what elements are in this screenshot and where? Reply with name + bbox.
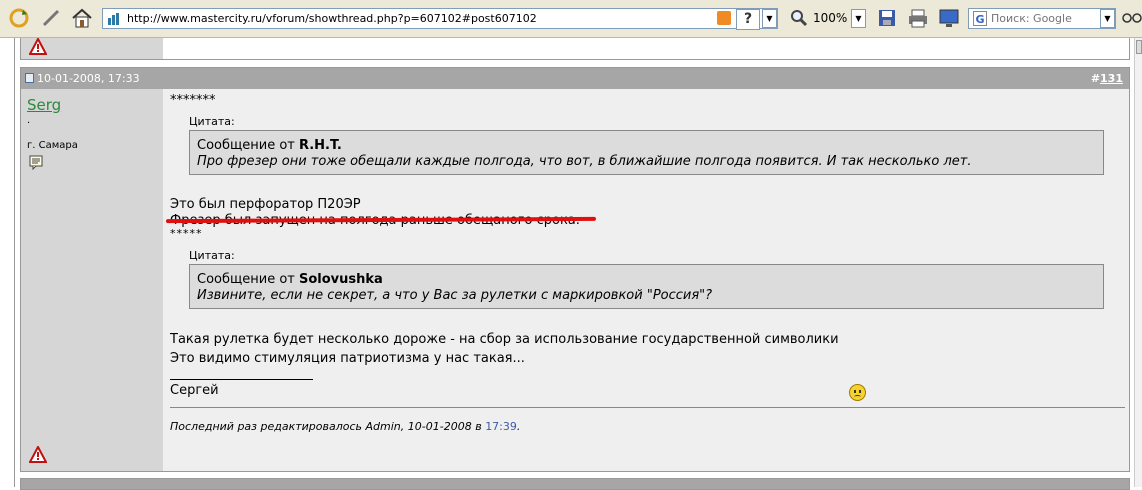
- save-icon[interactable]: [875, 5, 899, 31]
- post-text-line: Такая рулетка будет несколько дороже - н…: [170, 332, 839, 347]
- rss-icon[interactable]: [717, 11, 731, 25]
- report-post-icon[interactable]: [29, 38, 47, 55]
- quote-author: Solovushka: [298, 272, 383, 287]
- forum-post: 10-01-2008, 17:33 #131 Serg · г. Самара …: [20, 67, 1130, 472]
- stars-line: *******: [170, 93, 216, 108]
- browser-toolbar: http://www.mastercity.ru/vforum/showthre…: [0, 0, 1142, 38]
- post-content: ******* Цитата: Сообщение от R.H.T. Про …: [163, 89, 1129, 471]
- post-header: 10-01-2008, 17:33 #131: [21, 68, 1129, 89]
- next-post-header: [20, 478, 1130, 490]
- author-location: г. Самара: [27, 140, 78, 151]
- post-text-line: Это видимо стимуляция патриотизма у нас …: [170, 351, 525, 366]
- reload-icon[interactable]: [6, 5, 32, 31]
- site-favicon-icon: [108, 13, 119, 25]
- author-title: ·: [27, 118, 31, 129]
- zoom-dropdown-icon[interactable]: ▼: [851, 9, 866, 28]
- stars-line: *****: [170, 227, 203, 240]
- search-box[interactable]: G: [968, 8, 1116, 29]
- search-input[interactable]: [991, 10, 1091, 26]
- quote-author: R.H.T.: [298, 138, 342, 153]
- report-post-icon[interactable]: [29, 446, 47, 463]
- quote-box: Сообщение от R.H.T. Про фрезер они тоже …: [189, 130, 1104, 175]
- post-icon: [25, 73, 34, 83]
- quote-box: Сообщение от Solovushka Извините, если н…: [189, 264, 1104, 309]
- previous-post-tail: [20, 38, 1130, 60]
- help-dropdown-icon[interactable]: ▼: [762, 9, 777, 28]
- post-divider: [170, 407, 1125, 408]
- sad-smiley-icon: [849, 384, 866, 401]
- glasses-icon[interactable]: [1122, 5, 1142, 31]
- post-number-link[interactable]: 131: [1100, 72, 1123, 85]
- vertical-scrollbar[interactable]: [1134, 38, 1142, 487]
- edited-time: 17:39: [485, 420, 517, 433]
- page-left-border: [14, 38, 15, 487]
- quote-text: Про фрезер они тоже обещали каждые полго…: [197, 154, 972, 169]
- edited-note: Последний раз редактировалось Admin, 10-…: [170, 420, 521, 433]
- home-icon[interactable]: [68, 5, 96, 31]
- post-date: 10-01-2008, 17:33: [37, 72, 140, 85]
- signature-divider: [170, 379, 313, 380]
- scrollbar-thumb[interactable]: [1136, 40, 1142, 54]
- screen-icon[interactable]: [936, 5, 962, 31]
- address-text: http://www.mastercity.ru/vforum/showthre…: [127, 12, 537, 25]
- pencil-icon[interactable]: [38, 5, 64, 31]
- quote-label: Цитата:: [189, 115, 235, 128]
- post-number: #131: [1090, 72, 1123, 85]
- quote-author-line: Сообщение от Solovushka: [197, 272, 383, 287]
- print-icon[interactable]: [905, 5, 931, 31]
- search-dropdown-icon[interactable]: ▼: [1100, 9, 1115, 28]
- forum-page: 10-01-2008, 17:33 #131 Serg · г. Самара …: [0, 38, 1142, 490]
- quote-text: Извините, если не секрет, а что у Вас за…: [197, 288, 713, 303]
- private-message-icon[interactable]: [29, 155, 43, 170]
- signature-text: Сергей: [170, 383, 219, 398]
- address-bar[interactable]: http://www.mastercity.ru/vforum/showthre…: [102, 8, 778, 29]
- quote-author-line: Сообщение от R.H.T.: [197, 138, 342, 153]
- zoom-level[interactable]: 100%: [813, 11, 847, 25]
- author-username[interactable]: Serg: [27, 96, 61, 114]
- quote-label: Цитата:: [189, 249, 235, 262]
- post-text-line: Это был перфоратор П20ЭР: [170, 197, 361, 212]
- author-column: Serg · г. Самара: [21, 89, 163, 471]
- help-button[interactable]: ?: [736, 9, 760, 30]
- google-icon: G: [973, 11, 987, 26]
- zoom-icon[interactable]: [788, 5, 810, 31]
